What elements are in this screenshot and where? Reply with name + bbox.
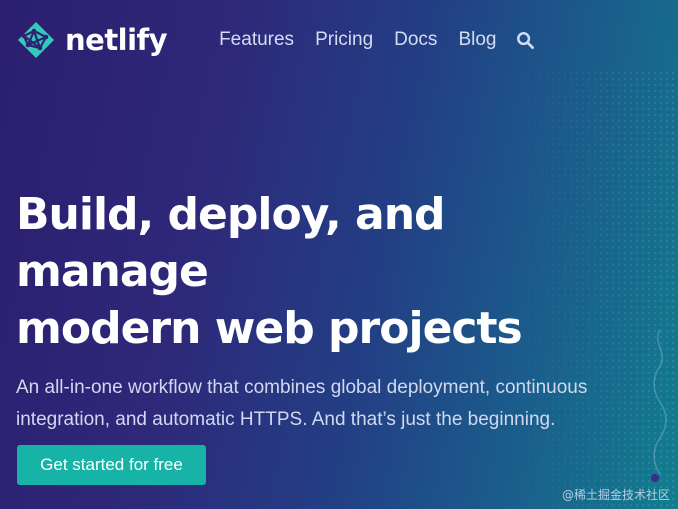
squiggle-decoration [651, 330, 667, 482]
hero-headline-line-1: Build, deploy, and manage [16, 189, 446, 297]
nav-item-docs[interactable]: Docs [394, 29, 437, 51]
hero-section: Build, deploy, and manage modern web pro… [16, 186, 648, 436]
nav-item-pricing[interactable]: Pricing [315, 29, 373, 51]
search-icon[interactable] [516, 31, 535, 50]
brand-logo-link[interactable]: netlify [16, 20, 168, 60]
hero-headline-line-2: modern web projects [16, 303, 523, 354]
hero-headline: Build, deploy, and manage modern web pro… [16, 186, 648, 357]
watermark-text: @稀土掘金技术社区 [561, 488, 670, 502]
netlify-logo-icon [18, 22, 54, 58]
site-header: netlify Features Pricing Docs Blog [16, 14, 678, 66]
nav-item-blog[interactable]: Blog [458, 29, 496, 51]
brand-name: netlify [65, 23, 168, 57]
get-started-button[interactable]: Get started for free [17, 445, 206, 485]
hero-subtext: An all-in-one workflow that combines glo… [16, 377, 588, 430]
main-nav: Features Pricing Docs Blog [219, 29, 535, 51]
nav-item-features[interactable]: Features [219, 29, 294, 51]
